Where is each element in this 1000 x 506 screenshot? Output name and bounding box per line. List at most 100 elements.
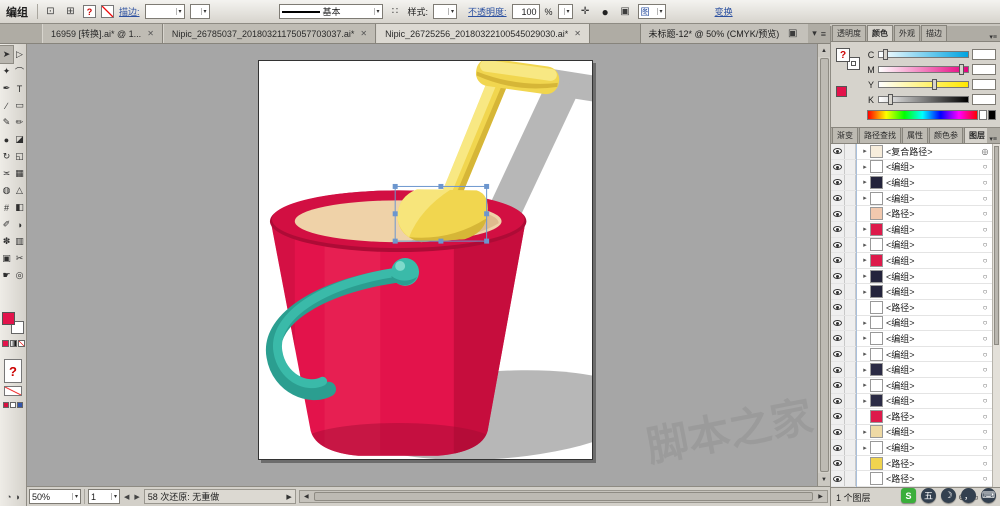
- lock-toggle[interactable]: [845, 175, 856, 190]
- none-button[interactable]: [17, 340, 25, 347]
- recolor-artwork-icon[interactable]: ●: [598, 4, 613, 19]
- artboard-tool-icon[interactable]: ▣: [0, 250, 13, 267]
- target-icon[interactable]: ○: [979, 194, 991, 203]
- expand-arrow-icon[interactable]: ▸: [860, 381, 870, 389]
- ime-halfwidth-icon[interactable]: ☽: [941, 488, 956, 503]
- channel-slider[interactable]: [878, 64, 969, 75]
- edit-contents-icon[interactable]: ⊞: [63, 4, 78, 19]
- panel-tab-路径查找[interactable]: 路径查找: [859, 127, 901, 143]
- layer-name[interactable]: <编组>: [886, 425, 979, 438]
- expand-arrow-icon[interactable]: ▸: [860, 397, 870, 405]
- layer-name[interactable]: <复合路径>: [886, 145, 979, 158]
- visibility-toggle[interactable]: [831, 206, 845, 221]
- document-canvas[interactable]: ▲ ▼: [27, 44, 830, 486]
- rotate-tool-icon[interactable]: ↻: [0, 148, 13, 165]
- layer-name[interactable]: <编组>: [886, 348, 979, 361]
- layer-name[interactable]: <路径>: [886, 457, 979, 470]
- panel-tab-属性[interactable]: 属性: [902, 127, 928, 143]
- color-proxy-widget[interactable]: ?: [836, 48, 860, 70]
- visibility-toggle[interactable]: [831, 393, 845, 409]
- visibility-toggle[interactable]: [831, 221, 845, 237]
- target-icon[interactable]: ○: [979, 162, 991, 171]
- channel-value-input[interactable]: [972, 79, 996, 90]
- expand-arrow-icon[interactable]: ▸: [860, 366, 870, 374]
- lock-toggle[interactable]: [845, 440, 856, 455]
- full-screen-icon[interactable]: ◑: [15, 492, 20, 502]
- layer-name[interactable]: <编组>: [886, 270, 979, 283]
- ime-punctuation-icon[interactable]: ，: [961, 488, 976, 503]
- target-icon[interactable]: ○: [979, 178, 991, 187]
- layer-name[interactable]: <路径>: [886, 410, 979, 423]
- lock-toggle[interactable]: [845, 455, 856, 471]
- expand-arrow-icon[interactable]: ▸: [860, 178, 870, 186]
- eraser-tool-icon[interactable]: ◪: [13, 131, 26, 148]
- layer-name[interactable]: <编组>: [886, 363, 979, 376]
- target-icon[interactable]: ○: [979, 287, 991, 296]
- expand-arrow-icon[interactable]: ▸: [860, 288, 870, 296]
- lock-toggle[interactable]: [845, 253, 856, 268]
- scroll-left-icon[interactable]: ◀: [300, 491, 313, 502]
- visibility-toggle[interactable]: [831, 424, 845, 440]
- lock-toggle[interactable]: [845, 268, 856, 284]
- expand-arrow-icon[interactable]: ▸: [860, 241, 870, 249]
- lock-toggle[interactable]: [845, 377, 856, 393]
- lock-toggle[interactable]: [845, 221, 856, 237]
- paintbrush-tool-icon[interactable]: ✎: [0, 114, 13, 131]
- gradient-tool-icon[interactable]: ◧: [13, 199, 26, 216]
- scroll-down-icon[interactable]: ▼: [817, 473, 830, 486]
- color-button[interactable]: [1, 340, 9, 347]
- select-similar-combo[interactable]: 图 ▾: [637, 4, 666, 19]
- rectangle-tool-icon[interactable]: ▭: [13, 97, 26, 114]
- layer-name[interactable]: <编组>: [886, 176, 979, 189]
- direct-selection-tool-icon[interactable]: ▷: [13, 46, 26, 63]
- visibility-toggle[interactable]: [831, 440, 845, 455]
- ime-wubi-icon[interactable]: 五: [921, 488, 936, 503]
- restore-window-icon[interactable]: ▣: [785, 26, 800, 41]
- visibility-toggle[interactable]: [831, 299, 845, 315]
- target-icon[interactable]: ○: [979, 474, 991, 483]
- vertical-scrollbar[interactable]: ▲ ▼: [817, 44, 830, 486]
- lock-toggle[interactable]: [845, 159, 856, 175]
- slider-knob[interactable]: [959, 64, 965, 75]
- red-swatch[interactable]: [3, 402, 9, 408]
- layer-name[interactable]: <编组>: [886, 192, 979, 205]
- lock-toggle[interactable]: [845, 362, 856, 377]
- hand-tool-icon[interactable]: ☛: [0, 267, 13, 284]
- lock-toggle[interactable]: [845, 284, 856, 299]
- status-popup-icon[interactable]: ▶: [286, 493, 291, 501]
- slider-knob[interactable]: [883, 49, 889, 60]
- lock-toggle[interactable]: [845, 331, 856, 346]
- color-spectrum-bar[interactable]: [867, 110, 978, 120]
- expand-arrow-icon[interactable]: ▸: [860, 225, 870, 233]
- target-icon[interactable]: ○: [979, 427, 991, 436]
- visibility-toggle[interactable]: [831, 237, 845, 253]
- lock-toggle[interactable]: [845, 409, 856, 424]
- visibility-toggle[interactable]: [831, 455, 845, 471]
- scroll-up-icon[interactable]: ▲: [817, 44, 830, 57]
- visibility-toggle[interactable]: [831, 409, 845, 424]
- ime-keyboard-icon[interactable]: ⌨: [981, 488, 996, 503]
- layer-name[interactable]: <编组>: [886, 285, 979, 298]
- target-icon[interactable]: ○: [979, 365, 991, 374]
- align-panel-icon[interactable]: ▣: [618, 4, 633, 19]
- history-status[interactable]: 58 次还原: 无重做 ▶: [143, 489, 296, 504]
- artboard-nav-combo[interactable]: 1 ▾: [88, 489, 120, 504]
- layer-name[interactable]: <编组>: [886, 379, 979, 392]
- line-tool-icon[interactable]: ∕: [0, 97, 13, 114]
- type-tool-icon[interactable]: T: [13, 80, 26, 97]
- panel-tab-颜色参[interactable]: 颜色参: [929, 127, 963, 143]
- blob-brush-tool-icon[interactable]: ●: [0, 131, 13, 148]
- mesh-tool-icon[interactable]: #: [0, 199, 13, 216]
- panel-tab-透明度[interactable]: 透明度: [832, 25, 866, 41]
- layer-name[interactable]: <编组>: [886, 223, 979, 236]
- lock-toggle[interactable]: [845, 206, 856, 221]
- normal-screen-icon[interactable]: ◔: [6, 492, 11, 502]
- target-icon[interactable]: ○: [979, 225, 991, 234]
- column-graph-tool-icon[interactable]: ▥: [13, 233, 26, 250]
- opacity-presets-combo[interactable]: ▾: [557, 4, 573, 19]
- visibility-toggle[interactable]: [831, 362, 845, 377]
- target-icon[interactable]: ○: [979, 412, 991, 421]
- target-icon[interactable]: ○: [979, 256, 991, 265]
- target-icon[interactable]: ○: [979, 303, 991, 312]
- magic-wand-tool-icon[interactable]: ✦: [0, 63, 13, 80]
